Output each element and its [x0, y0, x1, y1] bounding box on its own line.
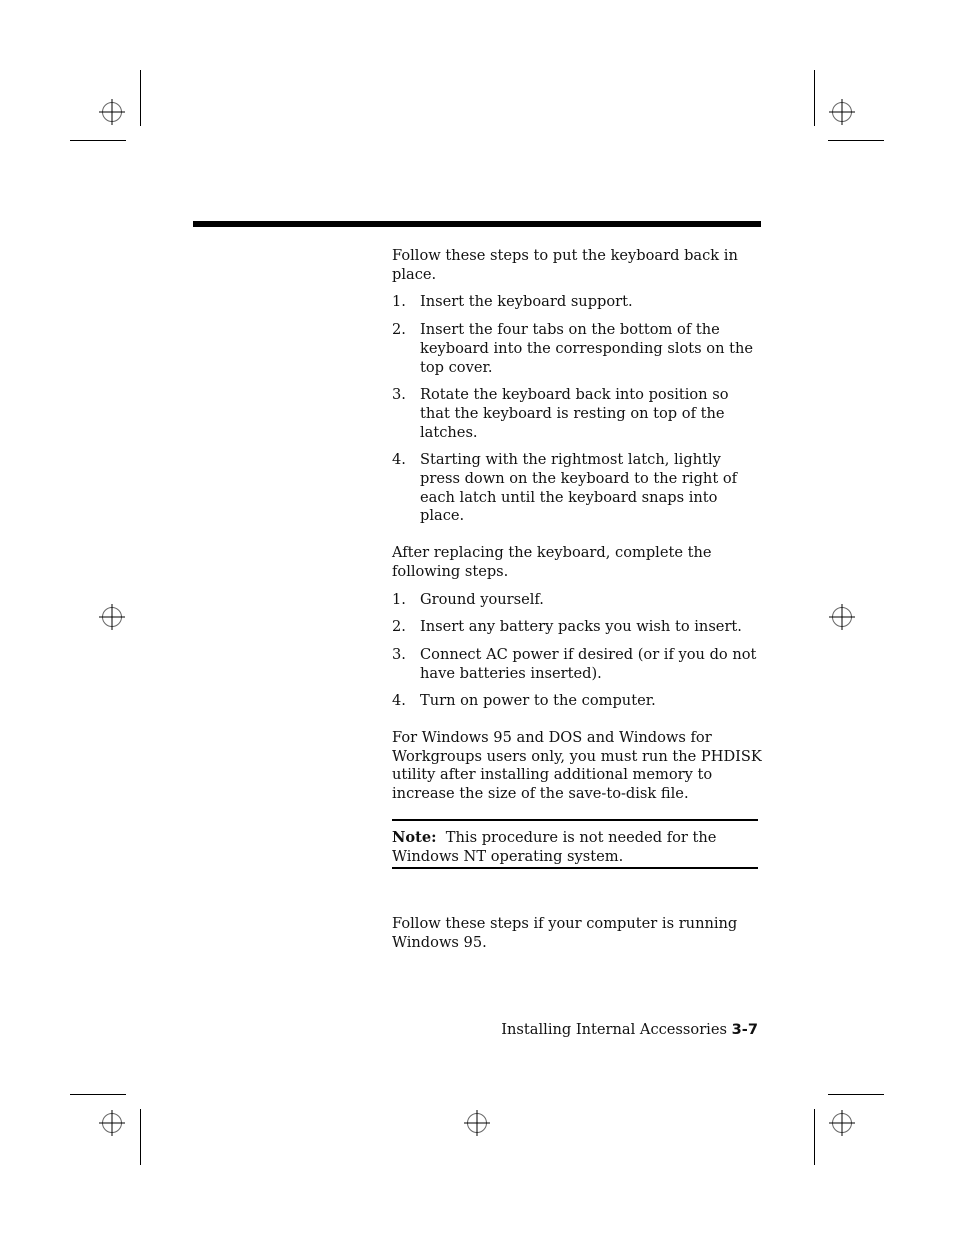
registration-target-icon: [829, 604, 855, 630]
list-item: 3. Rotate the keyboard back into position…: [392, 386, 762, 442]
crop-mark: [814, 1109, 815, 1165]
document-page: Follow these steps to put the keyboard b…: [0, 0, 954, 1235]
registration-target-icon: [99, 99, 125, 125]
registration-target-icon: [829, 99, 855, 125]
registration-target-icon: [99, 1110, 125, 1136]
list-item: 1. Insert the keyboard support.: [392, 293, 762, 312]
step-number: 3.: [392, 645, 406, 663]
step-text: Rotate the keyboard back into position s…: [420, 386, 729, 441]
after-intro-paragraph: After replacing the keyboard, complete t…: [392, 544, 712, 580]
step-text: Connect AC power if desired (or if you d…: [420, 645, 757, 682]
crop-mark: [140, 1109, 141, 1165]
crop-mark: [70, 1094, 126, 1095]
page-footer: Installing Internal Accessories 3-7: [501, 1021, 758, 1038]
note-text: This procedure is not needed for the Win…: [392, 828, 717, 865]
registration-target-icon: [829, 1110, 855, 1136]
registration-target-icon: [99, 604, 125, 630]
crop-mark: [828, 1094, 884, 1095]
step-number: 2.: [392, 321, 406, 339]
registration-target-icon: [464, 1110, 490, 1136]
crop-mark: [140, 70, 141, 126]
step-text: Turn on power to the computer.: [420, 692, 656, 710]
step-number: 2.: [392, 618, 406, 636]
step-number: 4.: [392, 692, 406, 710]
phdisk-paragraph: For Windows 95 and DOS and Windows for W…: [392, 729, 762, 803]
list-item: 2. Insert any battery packs you wish to i…: [392, 618, 762, 637]
list-item: 4. Turn on power to the computer.: [392, 692, 762, 711]
crop-mark: [814, 70, 815, 126]
step-text: Ground yourself.: [420, 590, 544, 608]
after-steps-list: 1. Ground yourself. 2. Insert any battery …: [392, 591, 762, 712]
body-content: Follow these steps to put the keyboard b…: [392, 247, 762, 962]
page-number: 3-7: [731, 1021, 758, 1038]
step-number: 1.: [392, 293, 406, 311]
crop-mark: [70, 140, 126, 141]
list-item: 1. Ground yourself.: [392, 591, 762, 610]
step-text: Insert the four tabs on the bottom of th…: [420, 321, 754, 376]
step-number: 1.: [392, 590, 406, 608]
footer-chapter-title: Installing Internal Accessories: [501, 1021, 727, 1038]
intro-paragraph: Follow these steps to put the keyboard b…: [392, 247, 738, 283]
list-item: 2. Insert the four tabs on the bottom of …: [392, 321, 762, 377]
note-box: Note: This procedure is not needed for t…: [392, 818, 758, 870]
step-number: 3.: [392, 386, 406, 404]
crop-mark: [828, 140, 884, 141]
section-rule: [193, 221, 761, 227]
step-text: Insert any battery packs you wish to ins…: [420, 618, 742, 636]
windows95-paragraph: Follow these steps if your computer is r…: [392, 915, 738, 951]
step-number: 4.: [392, 451, 406, 469]
keyboard-steps-list: 1. Insert the keyboard support. 2. Insert …: [392, 293, 762, 526]
list-item: 4. Starting with the rightmost latch, lig…: [392, 451, 762, 526]
list-item: 3. Connect AC power if desired (or if you…: [392, 646, 762, 683]
note-label: Note:: [392, 828, 437, 846]
step-text: Insert the keyboard support.: [420, 293, 633, 311]
step-text: Starting with the rightmost latch, light…: [420, 451, 738, 525]
